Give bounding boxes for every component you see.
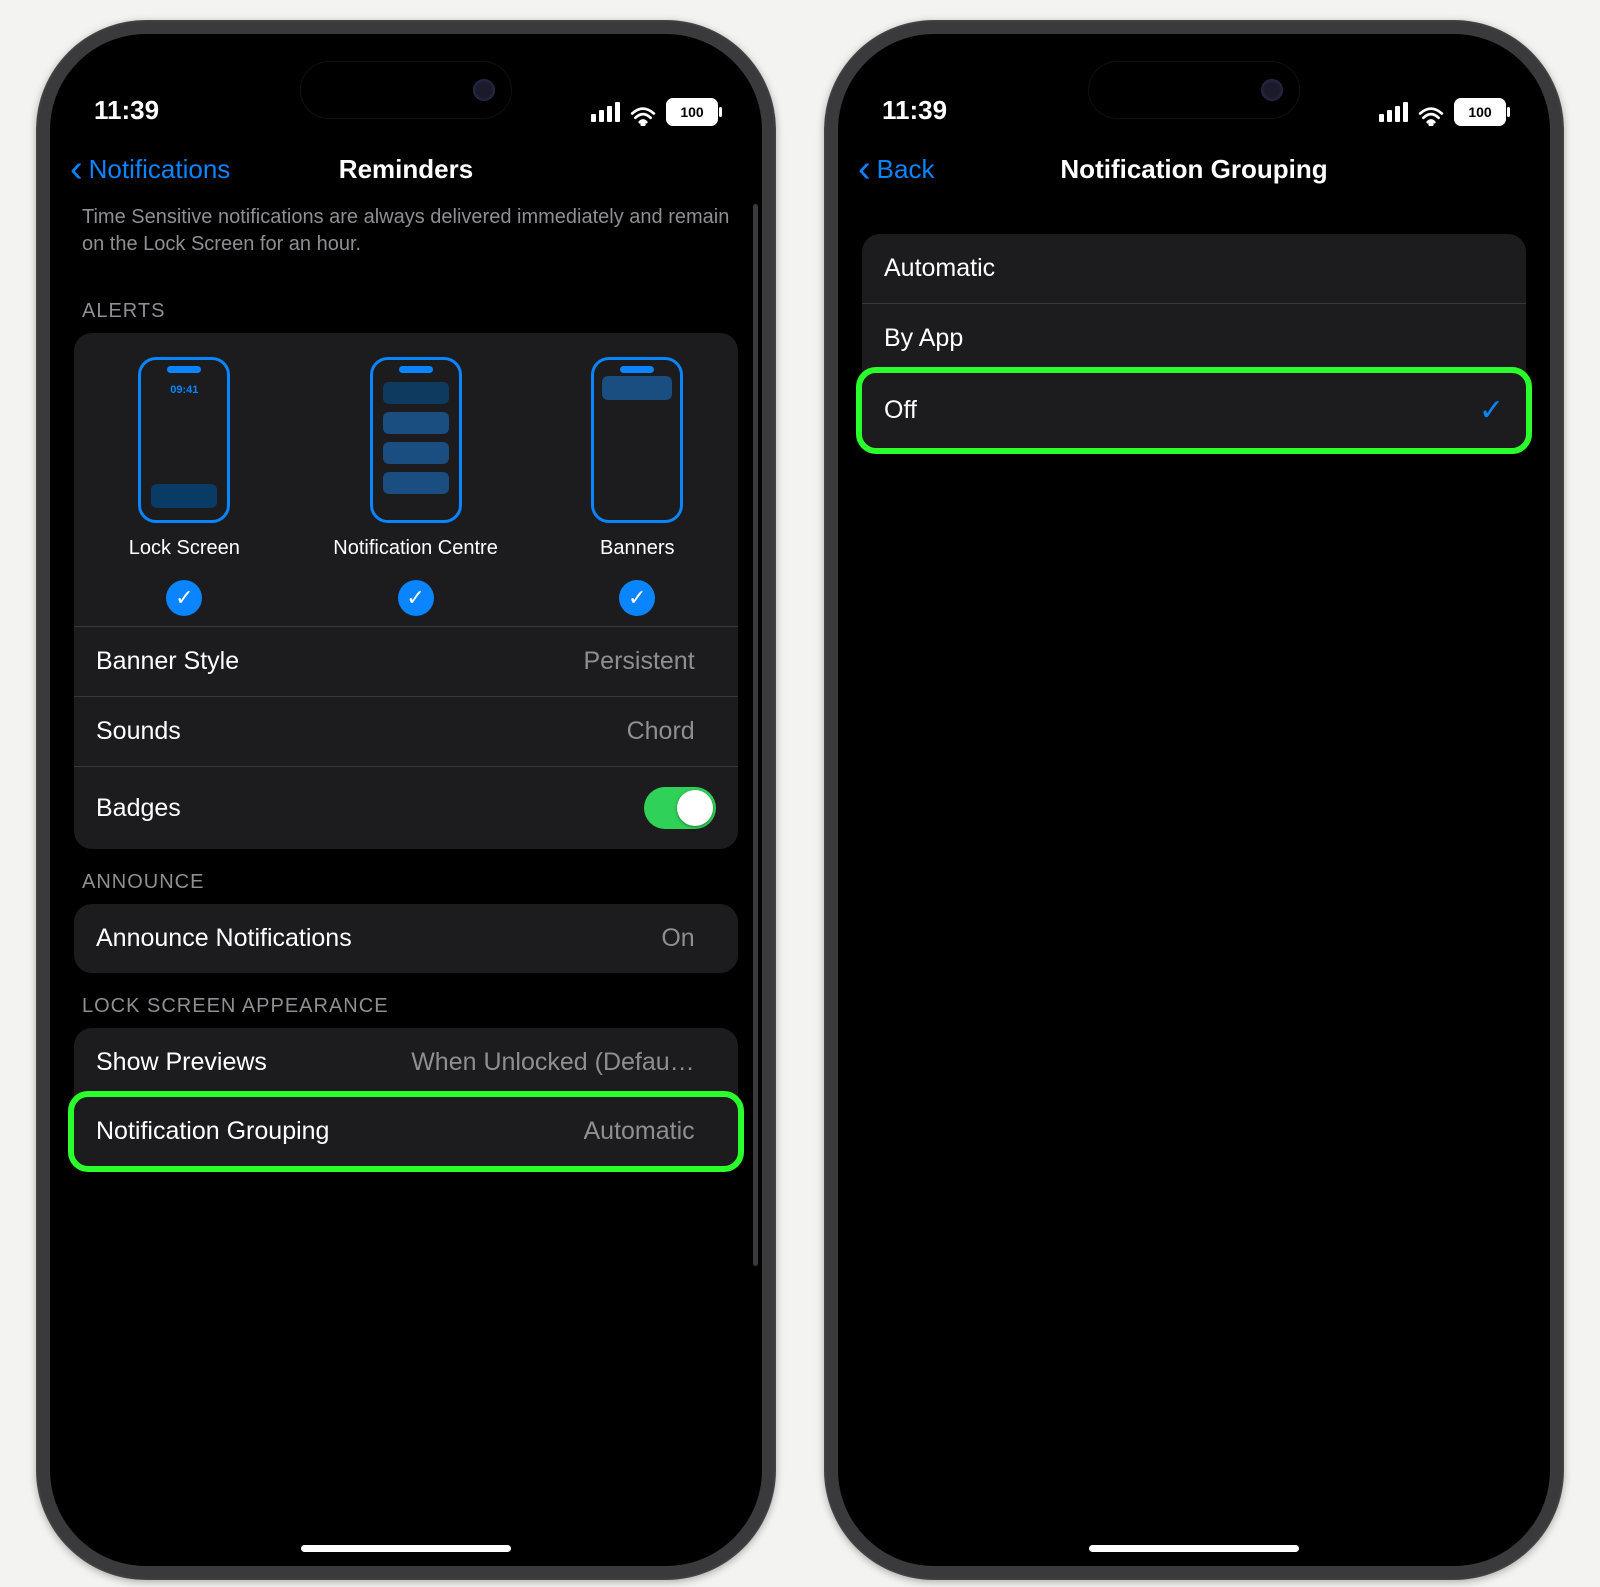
cellular-signal-icon <box>1379 102 1408 122</box>
phone-left: 11:39 100 ‹ Notifications Reminders Time… <box>36 20 776 1580</box>
alert-style-notification-centre[interactable]: Notification Centre ✓ <box>333 357 498 616</box>
option-label: By App <box>884 324 963 353</box>
alerts-card: 09:41 Lock Screen ✓ Notification Cen <box>74 333 738 849</box>
settings-content: Time Sensitive notifications are always … <box>50 204 762 1566</box>
lock-screen-appearance-header: LOCK SCREEN APPEARANCE <box>74 973 738 1028</box>
back-label: Notifications <box>89 154 231 185</box>
badges-row[interactable]: Badges <box>74 766 738 849</box>
banner-preview-icon <box>591 357 683 523</box>
alert-style-label: Lock Screen <box>129 537 240 560</box>
row-label: Announce Notifications <box>96 924 352 953</box>
wifi-icon <box>1418 102 1444 122</box>
banner-style-row[interactable]: Banner Style Persistent› <box>74 626 738 696</box>
grouping-options-content: Automatic By App Off ✓ <box>838 234 1550 1566</box>
announce-notifications-row[interactable]: Announce Notifications On› <box>74 904 738 973</box>
nav-bar: ‹ Back Notification Grouping <box>838 134 1550 204</box>
alert-style-label: Banners <box>600 537 675 560</box>
battery-icon: 100 <box>666 98 718 126</box>
status-time: 11:39 <box>882 95 947 126</box>
alerts-section-header: ALERTS <box>74 278 738 333</box>
grouping-option-by-app[interactable]: By App <box>862 303 1526 373</box>
grouping-option-off[interactable]: Off ✓ <box>862 373 1526 448</box>
cellular-signal-icon <box>591 102 620 122</box>
sounds-row[interactable]: Sounds Chord› <box>74 696 738 766</box>
front-camera <box>1261 79 1283 101</box>
row-label: Sounds <box>96 717 181 746</box>
show-previews-row[interactable]: Show Previews When Unlocked (Defau…› <box>74 1028 738 1097</box>
back-button[interactable]: ‹ Notifications <box>70 154 230 185</box>
dynamic-island <box>301 62 511 118</box>
dynamic-island <box>1089 62 1299 118</box>
highlight-box: Notification Grouping Automatic› <box>68 1091 744 1172</box>
phone-right: 11:39 100 ‹ Back Notification Grouping <box>824 20 1564 1580</box>
checkmark-icon: ✓ <box>166 580 202 616</box>
row-label: Show Previews <box>96 1048 267 1077</box>
grouping-option-automatic[interactable]: Automatic <box>862 234 1526 303</box>
checkmark-icon: ✓ <box>619 580 655 616</box>
nav-bar: ‹ Notifications Reminders <box>50 134 762 204</box>
badges-toggle[interactable] <box>644 787 716 829</box>
grouping-options-list: Automatic By App Off ✓ <box>862 234 1526 454</box>
alert-style-lock-screen[interactable]: 09:41 Lock Screen ✓ <box>129 357 240 616</box>
notification-centre-preview-icon <box>370 357 462 523</box>
back-label: Back <box>877 154 935 185</box>
back-button[interactable]: ‹ Back <box>858 154 934 185</box>
page-title: Notification Grouping <box>838 154 1550 185</box>
checkmark-icon: ✓ <box>1479 393 1504 428</box>
alert-style-label: Notification Centre <box>333 537 498 560</box>
scrollbar[interactable] <box>753 204 758 1266</box>
lock-screen-preview-icon: 09:41 <box>138 357 230 523</box>
row-label: Banner Style <box>96 647 239 676</box>
highlight-box: Off ✓ <box>856 367 1532 454</box>
row-label: Notification Grouping <box>96 1117 329 1146</box>
status-time: 11:39 <box>94 95 159 126</box>
time-sensitive-hint: Time Sensitive notifications are always … <box>74 204 738 278</box>
home-indicator[interactable] <box>1089 1545 1299 1552</box>
battery-icon: 100 <box>1454 98 1506 126</box>
option-label: Automatic <box>884 254 995 283</box>
row-label: Badges <box>96 794 181 823</box>
option-label: Off <box>884 396 917 425</box>
announce-section-header: ANNOUNCE <box>74 849 738 904</box>
front-camera <box>473 79 495 101</box>
wifi-icon <box>630 102 656 122</box>
home-indicator[interactable] <box>301 1545 511 1552</box>
notification-grouping-row[interactable]: Notification Grouping Automatic› <box>74 1097 738 1166</box>
alert-style-banners[interactable]: Banners ✓ <box>591 357 683 616</box>
checkmark-icon: ✓ <box>398 580 434 616</box>
